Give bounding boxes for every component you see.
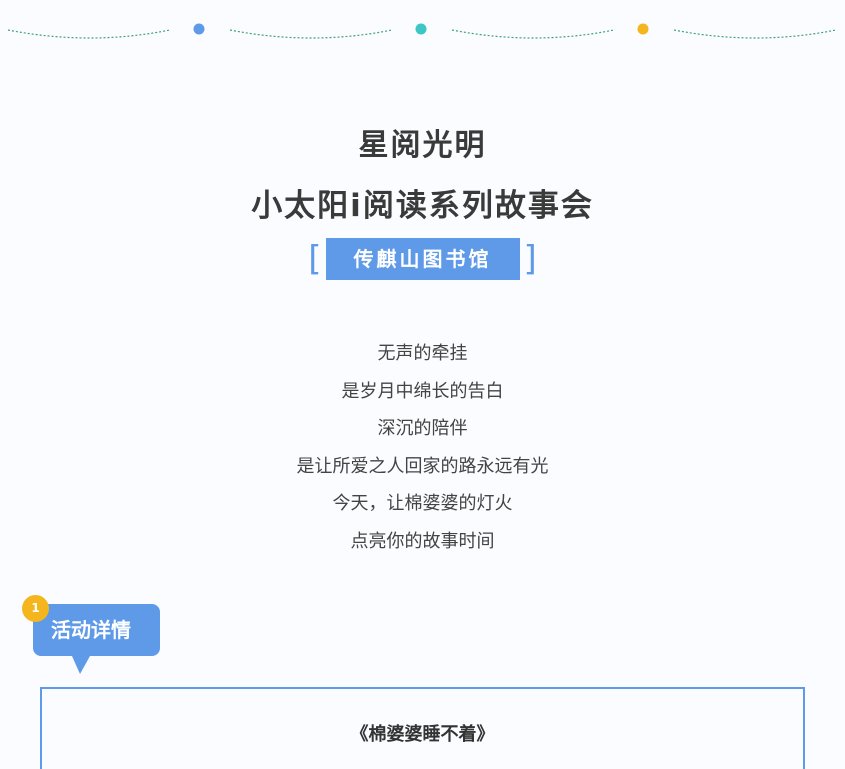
venue-label: 传麒山图书馆	[325, 238, 520, 280]
bracket-left: [	[308, 239, 322, 279]
poem-line: 是让所爱之人回家的路永远有光	[296, 455, 549, 477]
poem-line: 点亮你的故事时间	[350, 530, 495, 552]
poem: 无声的牵挂 是岁月中绵长的告白 深沉的陪伴 是让所爱之人回家的路永远有光 今天，…	[0, 335, 845, 560]
poem-line: 无声的牵挂	[377, 343, 468, 364]
dot-teal-icon	[415, 23, 427, 35]
venue-tag: [ 传麒山图书馆 ]	[0, 238, 845, 280]
dot-yellow-icon	[637, 23, 649, 35]
poem-line: 今天，让棉婆婆的灯火	[332, 493, 513, 514]
dot-blue-icon	[193, 23, 205, 35]
page-title: 星阅光明	[358, 128, 487, 163]
section-number-badge: 1	[22, 595, 49, 622]
poem-line: 深沉的陪伴	[377, 418, 468, 439]
bracket-right: ]	[523, 239, 537, 279]
top-decoration	[7, 23, 837, 39]
speech-tail-icon	[72, 656, 90, 674]
page-subtitle: 小太阳i阅读系列故事会	[251, 188, 594, 224]
section-heading-activity-details: 活动详情	[33, 604, 160, 656]
book-title: 《棉婆婆睡不着》	[350, 724, 495, 745]
poem-line: 是岁月中绵长的告白	[341, 380, 504, 402]
